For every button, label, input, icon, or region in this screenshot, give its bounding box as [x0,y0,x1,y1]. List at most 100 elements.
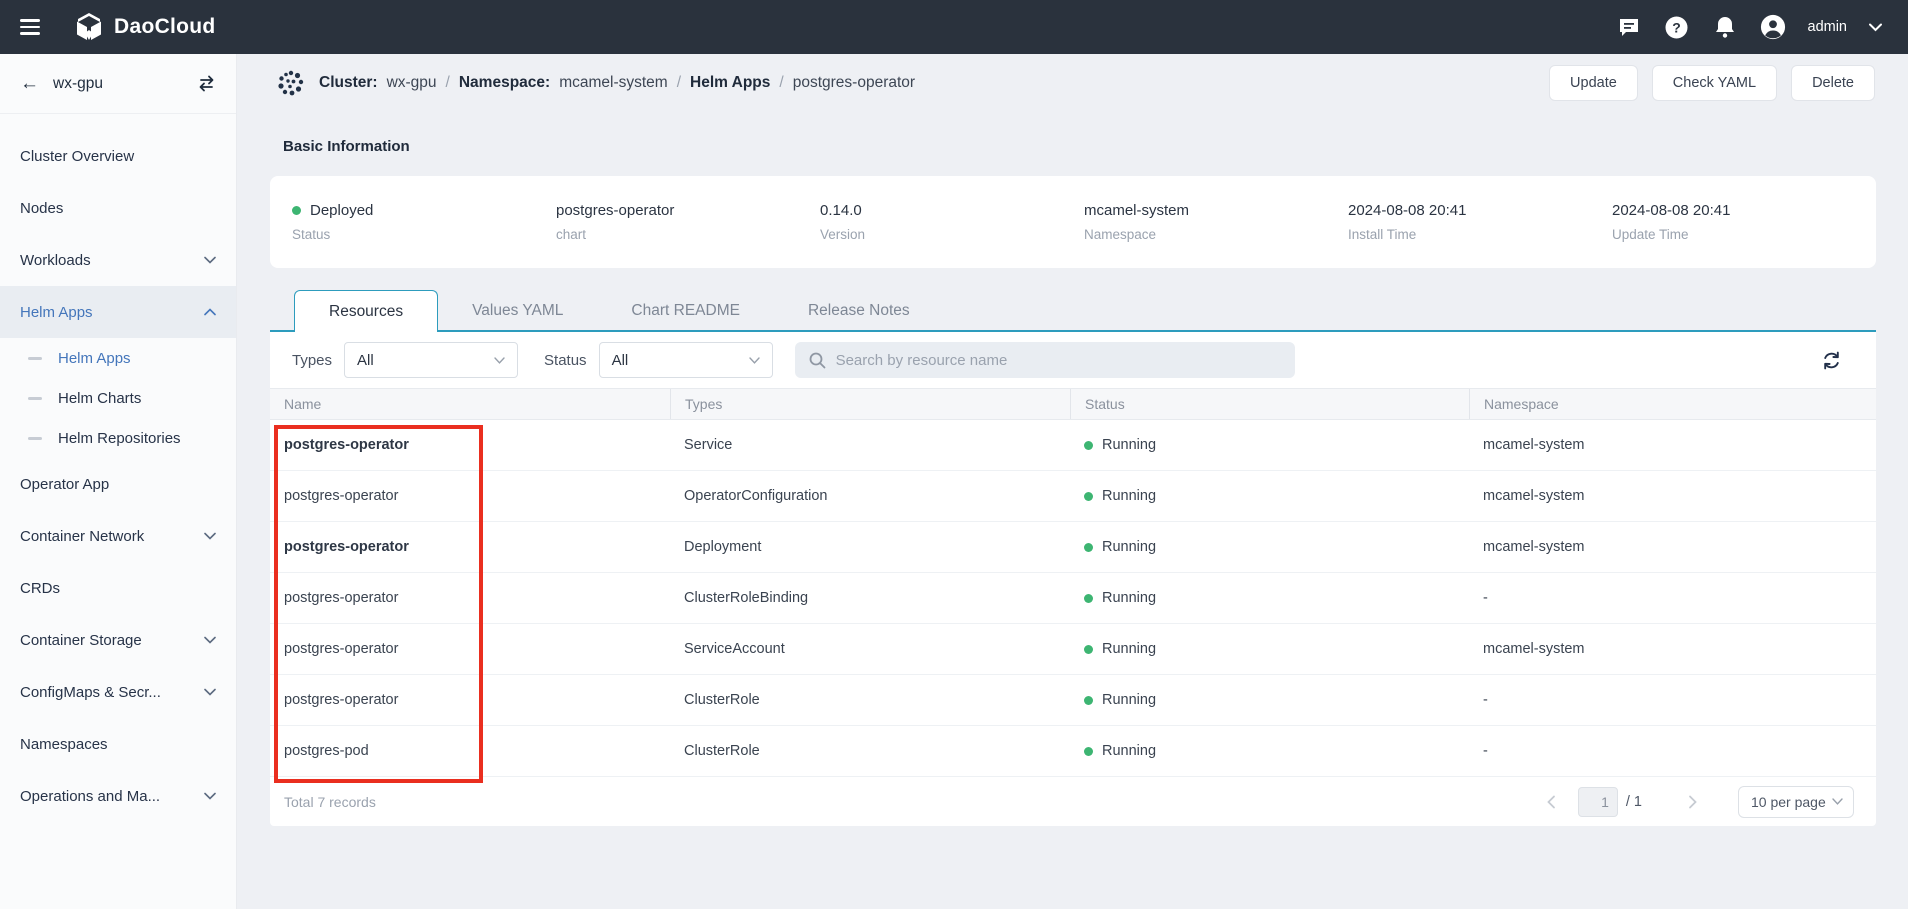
status-filter-label: Status [544,352,587,369]
breadcrumb-separator: / [779,74,783,92]
total-records: Total 7 records [284,794,376,810]
tab-resources[interactable]: Resources [294,290,438,332]
info-field-namespace: mcamel-system Namespace [1084,202,1348,242]
switch-cluster-icon[interactable] [197,75,216,92]
sidebar-subitem-helm-repositories[interactable]: Helm Repositories [0,418,236,458]
back-icon[interactable]: ← [20,74,39,93]
breadcrumb-current: postgres-operator [793,74,915,92]
status-dot [1084,492,1093,501]
topbar: DaoCloud ? admin [0,0,1908,54]
sidebar-cluster-name: wx-gpu [53,75,103,93]
helm-app-icon [277,69,305,97]
svg-text:?: ? [1672,19,1681,35]
table-header: Name Types Status Namespace [270,388,1876,420]
sidebar-item-container-network[interactable]: Container Network [0,510,236,562]
bell-icon[interactable] [1712,14,1738,40]
breadcrumb: Cluster: wx-gpu / Namespace: mcamel-syst… [319,74,915,92]
sidebar-item-workloads[interactable]: Workloads [0,234,236,286]
breadcrumb-section[interactable]: Helm Apps [690,74,770,92]
table-row[interactable]: postgres-operator Deployment Running mca… [270,522,1876,573]
basic-info-title: Basic Information [283,138,410,155]
dash-icon [28,437,42,440]
sidebar-item-cluster-overview[interactable]: Cluster Overview [0,130,236,182]
chat-icon[interactable] [1616,14,1642,40]
tab-values-yaml[interactable]: Values YAML [438,290,597,332]
prev-page-icon[interactable] [1546,795,1556,809]
status-filter-select[interactable]: All [599,342,773,378]
breadcrumb-cluster-value[interactable]: wx-gpu [387,74,437,92]
breadcrumb-namespace-value[interactable]: mcamel-system [559,74,668,92]
breadcrumb-cluster-label: Cluster: [319,74,378,92]
info-field-status: Deployed Status [292,202,556,242]
status-cell: Running [1070,539,1469,555]
table-footer: Total 7 records / 1 10 per page [270,777,1876,826]
sidebar-item-namespaces[interactable]: Namespaces [0,718,236,770]
sidebar-item-configmaps-secrets[interactable]: ConfigMaps & Secr... [0,666,236,718]
page-size-select[interactable]: 10 per page [1738,786,1854,818]
sidebar-item-operator-app[interactable]: Operator App [0,458,236,510]
next-page-icon[interactable] [1688,795,1698,809]
column-header-namespace: Namespace [1469,389,1876,419]
status-dot [1084,747,1093,756]
column-header-types: Types [670,389,1070,419]
breadcrumb-separator: / [446,74,450,92]
status-dot [292,206,301,215]
info-field-version: 0.14.0 Version [820,202,1084,242]
types-filter-label: Types [292,352,332,369]
table-row[interactable]: postgres-operator ClusterRoleBinding Run… [270,573,1876,624]
brand: DaoCloud [74,12,216,42]
sidebar-nav: Cluster Overview Nodes Workloads Helm Ap… [0,114,236,822]
sidebar-item-container-storage[interactable]: Container Storage [0,614,236,666]
sidebar-subitem-helm-apps[interactable]: Helm Apps [0,338,236,378]
table-row[interactable]: postgres-pod ClusterRole Running - [270,726,1876,777]
chevron-down-icon [204,688,216,696]
refresh-icon[interactable] [1821,350,1842,371]
help-icon[interactable]: ? [1664,14,1690,40]
dash-icon [28,397,42,400]
search-icon [809,352,826,369]
sidebar-item-nodes[interactable]: Nodes [0,182,236,234]
page-number-input[interactable] [1578,787,1618,817]
tab-release-notes[interactable]: Release Notes [774,290,944,332]
sidebar-item-helm-apps[interactable]: Helm Apps [0,286,236,338]
table-row[interactable]: postgres-operator OperatorConfiguration … [270,471,1876,522]
sidebar-item-operations[interactable]: Operations and Ma... [0,770,236,822]
basic-info-card: Deployed Status postgres-operator chart … [270,176,1876,268]
chevron-down-icon [494,357,505,364]
sidebar-item-crds[interactable]: CRDs [0,562,236,614]
status-cell: Running [1070,488,1469,504]
breadcrumb-separator: / [677,74,681,92]
filter-row: Types All Status All [270,332,1876,388]
menu-icon[interactable] [20,15,40,39]
status-cell: Running [1070,743,1469,759]
status-cell: Running [1070,692,1469,708]
update-button[interactable]: Update [1549,65,1638,101]
chevron-down-icon [204,792,216,800]
column-header-name: Name [270,396,670,412]
chevron-down-icon[interactable] [1869,23,1882,32]
table-row[interactable]: postgres-operator Service Running mcamel… [270,420,1876,471]
status-dot [1084,696,1093,705]
search-input[interactable] [836,352,1281,369]
tab-chart-readme[interactable]: Chart README [597,290,774,332]
table-row[interactable]: postgres-operator ClusterRole Running - [270,675,1876,726]
info-field-install-time: 2024-08-08 20:41 Install Time [1348,202,1612,242]
column-header-status: Status [1070,389,1469,419]
info-field-chart: postgres-operator chart [556,202,820,242]
types-filter-select[interactable]: All [344,342,518,378]
page-total: / 1 [1626,794,1642,810]
chevron-up-icon [204,308,216,316]
dash-icon [28,357,42,360]
chevron-down-icon [204,532,216,540]
status-dot [1084,645,1093,654]
sidebar-header: ← wx-gpu [0,54,236,114]
check-yaml-button[interactable]: Check YAML [1652,65,1777,101]
sidebar-subitem-helm-charts[interactable]: Helm Charts [0,378,236,418]
chevron-down-icon [749,357,760,364]
delete-button[interactable]: Delete [1791,65,1875,101]
breadcrumb-namespace-label: Namespace: [459,74,550,92]
avatar-icon[interactable] [1760,14,1786,40]
table-row[interactable]: postgres-operator ServiceAccount Running… [270,624,1876,675]
user-name[interactable]: admin [1808,19,1848,35]
cube-logo-icon [74,12,104,42]
